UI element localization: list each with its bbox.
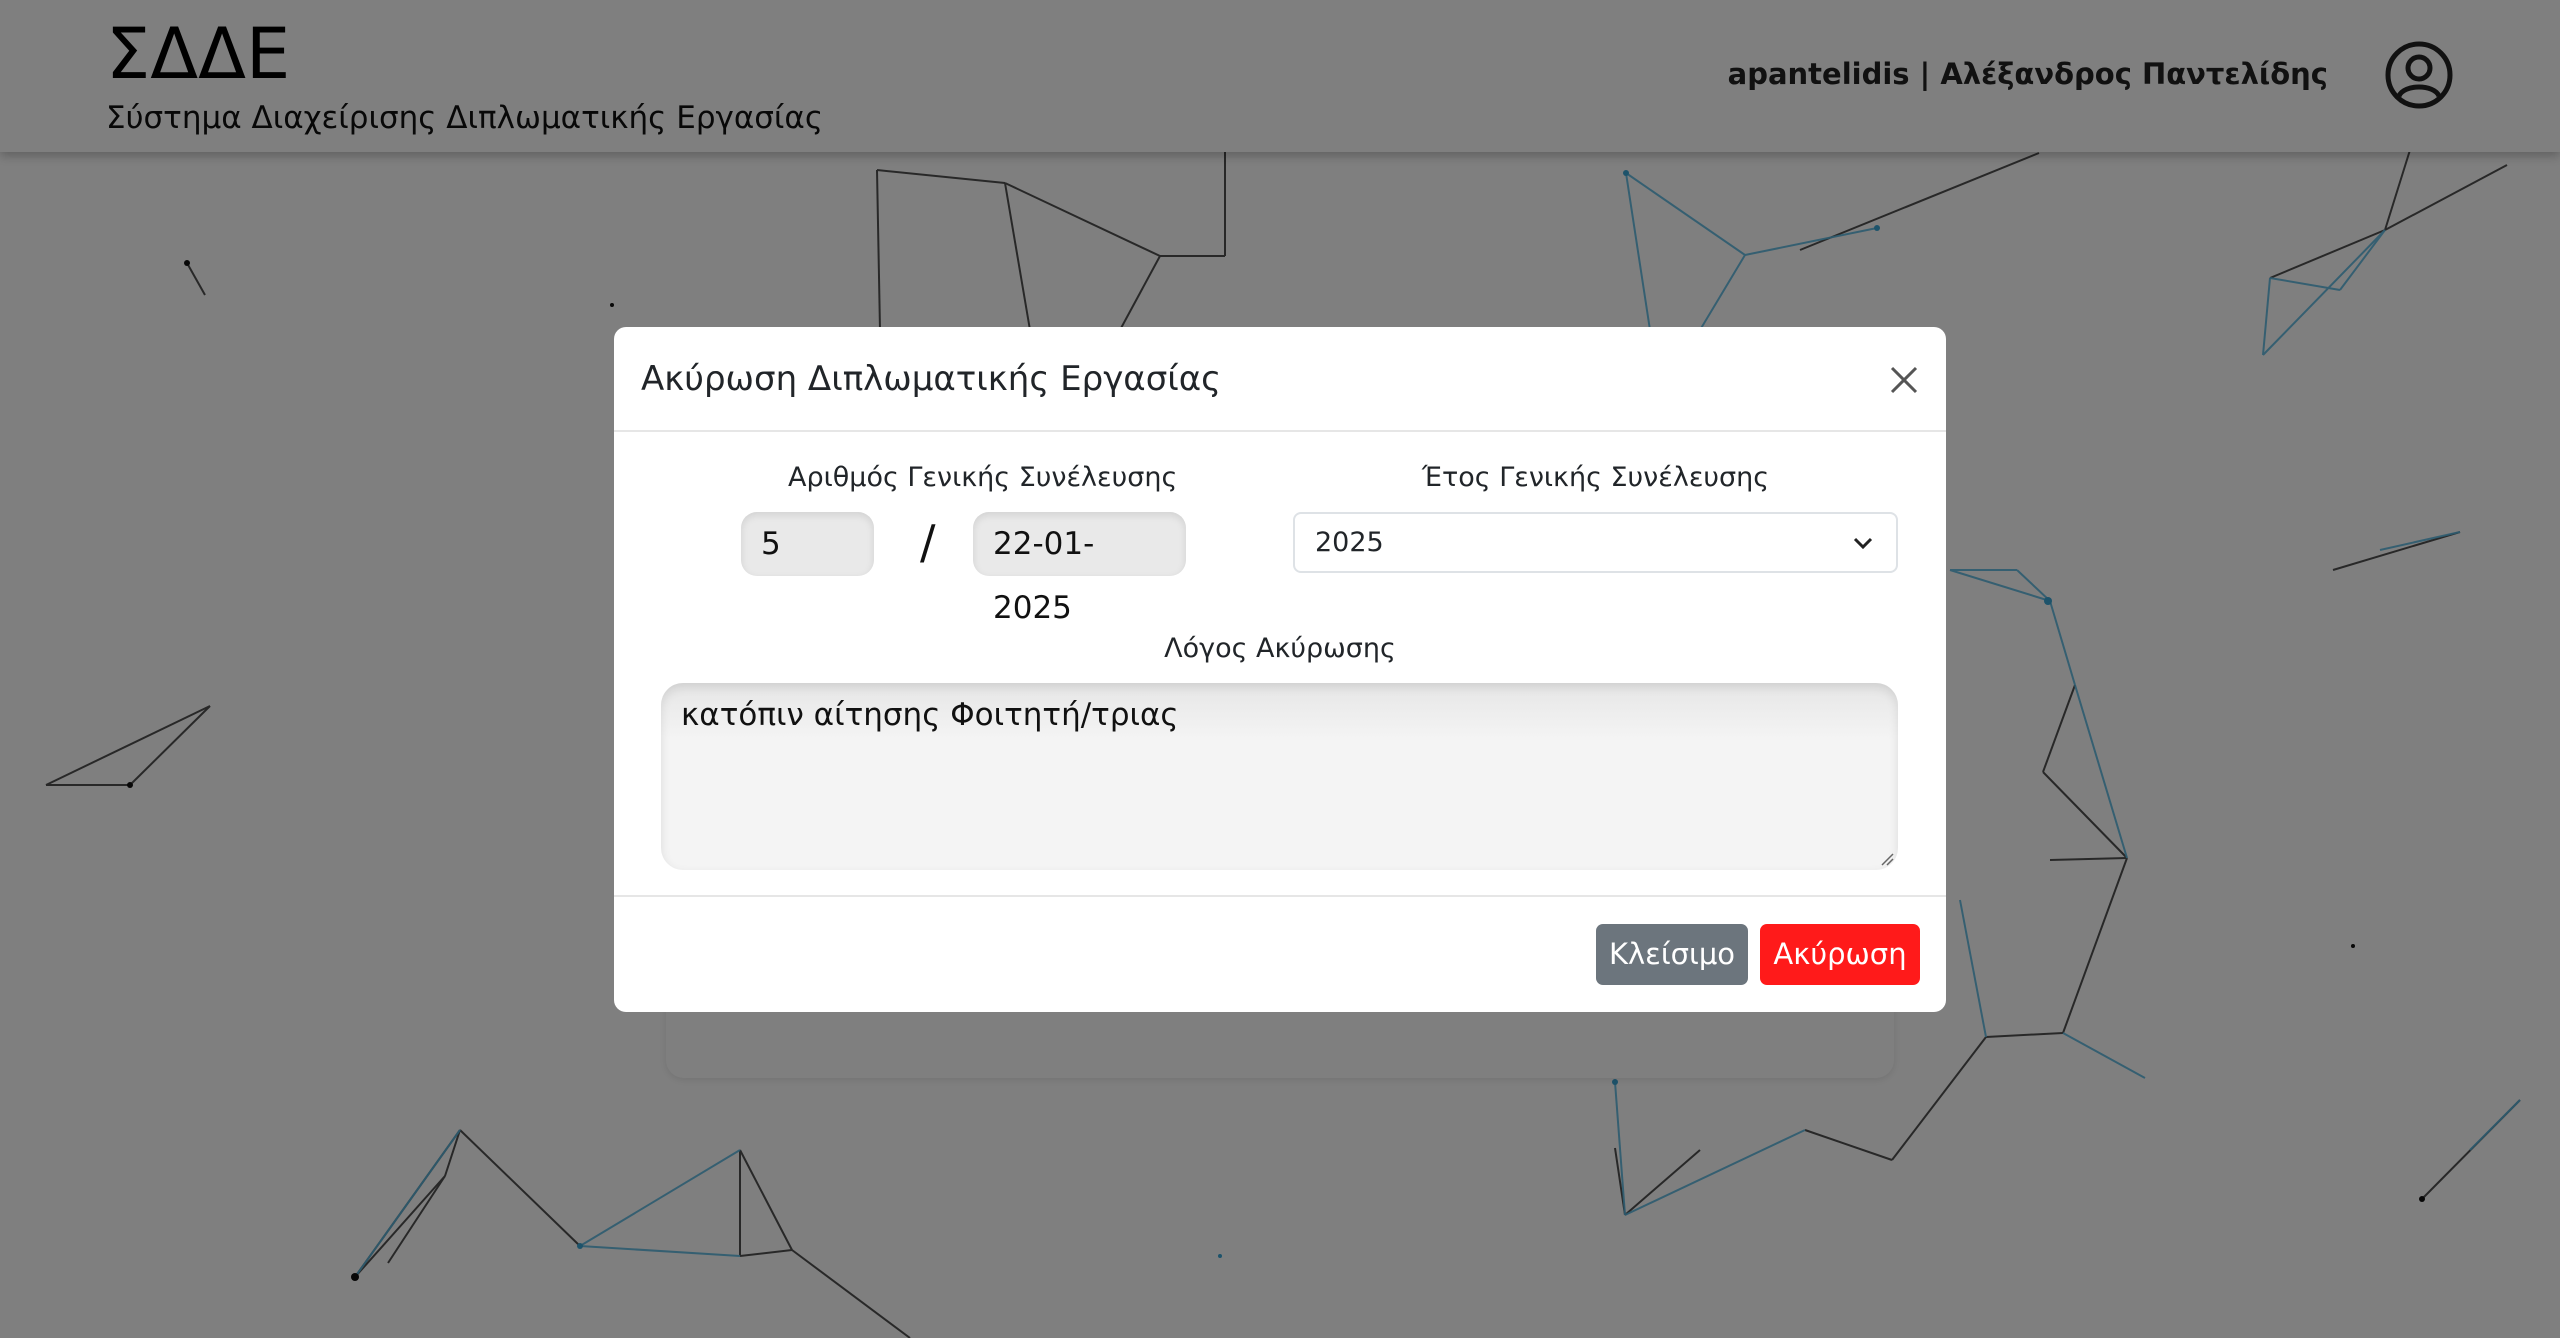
assembly-year-selected: 2025 <box>1315 527 1384 558</box>
modal-footer: Κλείσιμο Ακύρωση <box>614 895 1946 1012</box>
assembly-year-label: Έτος Γενικής Συνέλευσης <box>1421 462 1770 493</box>
close-icon[interactable] <box>1884 360 1924 400</box>
assembly-number-input[interactable]: 5 <box>741 512 874 576</box>
assembly-separator: / <box>920 515 936 569</box>
assembly-date-input[interactable]: 22-01-2025 <box>973 512 1186 626</box>
close-button[interactable]: Κλείσιμο <box>1596 924 1748 985</box>
cancel-reason-text: κατόπιν αίτησης Φοιτητή/τριας <box>681 697 1179 733</box>
cancel-reason-label: Λόγος Ακύρωσης <box>1164 633 1396 664</box>
assembly-number-label: Αριθμός Γενικής Συνέλευσης <box>788 462 1178 493</box>
modal-header: Ακύρωση Διπλωματικής Εργασίας <box>614 327 1946 432</box>
assembly-year-select[interactable]: 2025 <box>1293 512 1898 573</box>
modal-title: Ακύρωση Διπλωματικής Εργασίας <box>641 359 1222 399</box>
resize-grip-icon[interactable] <box>1880 852 1894 866</box>
cancel-reason-textarea[interactable]: κατόπιν αίτησης Φοιτητή/τριας <box>661 683 1898 870</box>
cancel-thesis-button[interactable]: Ακύρωση <box>1760 924 1920 985</box>
chevron-down-icon <box>1853 537 1873 550</box>
cancel-thesis-modal: Ακύρωση Διπλωματικής Εργασίας Αριθμός Γε… <box>614 327 1946 1012</box>
